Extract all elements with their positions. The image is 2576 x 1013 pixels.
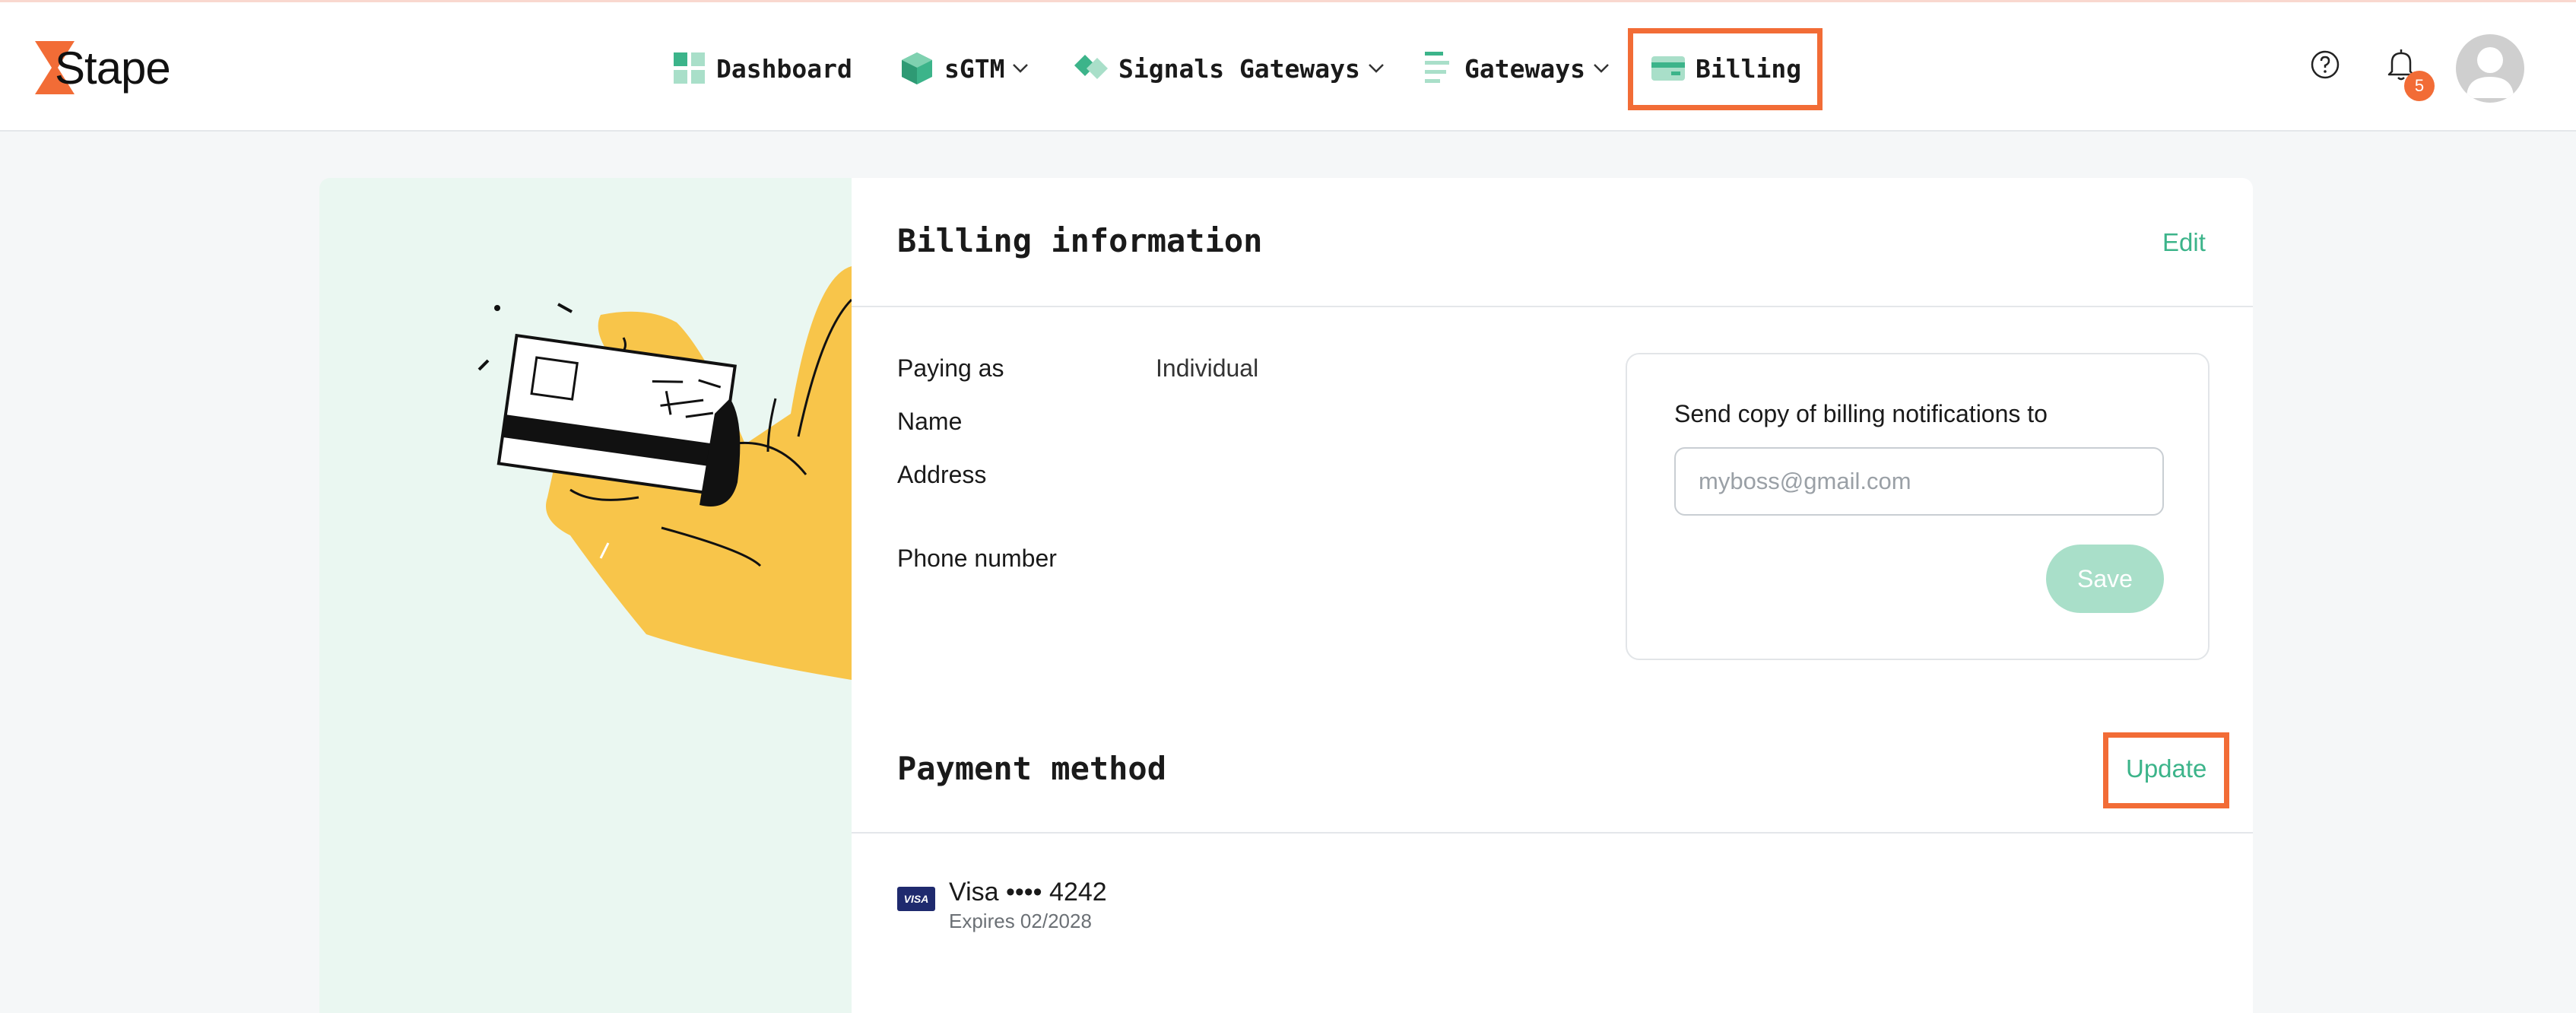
notifications-email-input[interactable] [1674,447,2164,516]
visa-logo-icon: VISA [897,887,935,911]
stape-logo[interactable]: Stape [35,39,171,97]
payment-method-title: Payment method [897,750,1167,787]
save-button[interactable]: Save [2046,545,2164,613]
billing-card: Billing information Edit Paying as Indiv… [852,178,2253,1013]
paying-as-value: Individual [1156,354,1259,382]
nav-label-sgtm: sGTM [944,53,1005,84]
nav-label-gateways: Gateways [1464,53,1585,84]
nav-item-signals-gateways[interactable]: Signals Gateways [1074,40,1385,97]
dashboard-grid-icon [674,52,705,84]
user-avatar[interactable] [2456,34,2524,103]
nav-item-sgtm[interactable]: sGTM [902,40,1029,97]
help-circle-icon [2311,50,2340,79]
chevron-down-icon [1369,64,1384,73]
phone-number-label: Phone number [897,545,1057,572]
card-number: Visa •••• 4242 [949,878,1107,907]
card-expiry: Expires 02/2028 [949,910,1092,932]
update-highlight-box [2103,732,2229,808]
chevron-down-icon [1013,64,1029,73]
billing-highlight-box [1628,28,1823,110]
brand-name: Stape [55,42,171,94]
hand-holding-card-illustration [477,266,852,680]
chevron-down-icon [1594,64,1609,73]
name-label: Name [897,408,963,435]
user-avatar-icon [2467,47,2514,98]
nav-label-dashboard: Dashboard [716,53,852,84]
nav-item-gateways[interactable]: Gateways [1425,40,1610,97]
nav-item-dashboard[interactable]: Dashboard [674,40,852,97]
cube-icon [902,52,932,84]
billing-information-title: Billing information [897,222,1263,259]
top-header: Stape Dashboard sGTM Signals Gateways Ga… [0,2,2576,132]
billing-illustration-panel [319,178,852,1013]
paying-as-label: Paying as [897,354,1004,382]
notifications-email-label: Send copy of billing notifications to [1674,400,2048,427]
edit-billing-link[interactable]: Edit [2162,228,2206,257]
divider [852,306,2253,307]
divider [852,832,2253,834]
nav-label-signals-gateways: Signals Gateways [1118,53,1360,84]
notification-count-badge: 5 [2404,71,2435,101]
gateway-lines-icon [1425,52,1449,83]
help-button[interactable] [2308,48,2342,81]
diamond-icon [1074,55,1108,79]
billing-notifications-box: Send copy of billing notifications to Sa… [1626,353,2210,660]
address-label: Address [897,461,987,488]
